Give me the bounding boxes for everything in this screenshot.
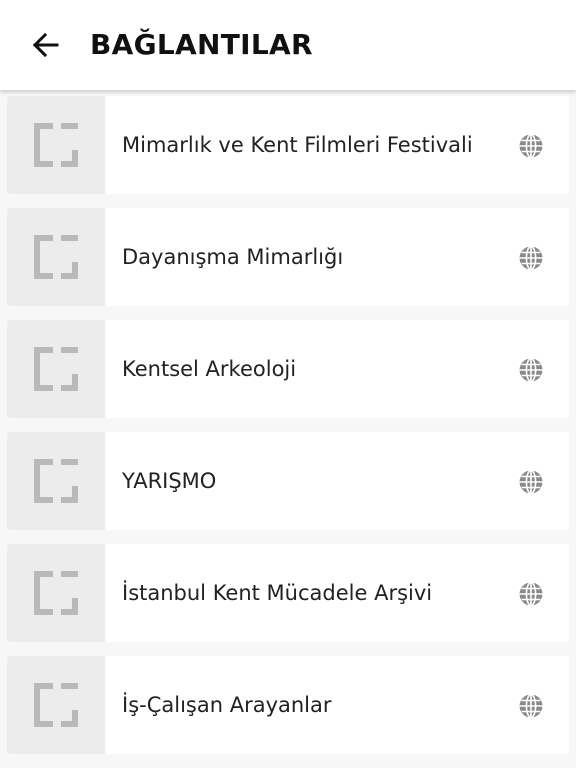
bracket-logo-icon <box>34 347 78 391</box>
link-item[interactable]: Dayanışma Mimarlığı <box>7 208 569 306</box>
link-thumbnail <box>7 320 105 418</box>
link-thumbnail <box>7 544 105 642</box>
link-thumbnail <box>7 96 105 194</box>
link-item[interactable]: İstanbul Kent Mücadele Arşivi <box>7 544 569 642</box>
link-label: İş-Çalışan Arayanlar <box>122 693 332 717</box>
open-website-button[interactable] <box>518 581 544 607</box>
bracket-logo-icon <box>34 683 78 727</box>
open-website-button[interactable] <box>518 133 544 159</box>
open-website-button[interactable] <box>518 693 544 719</box>
bracket-logo-icon <box>34 235 78 279</box>
link-item[interactable]: Kentsel Arkeoloji <box>7 320 569 418</box>
page-title: BAĞLANTILAR <box>90 28 313 61</box>
open-website-button[interactable] <box>518 469 544 495</box>
bracket-logo-icon <box>34 123 78 167</box>
link-thumbnail <box>7 656 105 754</box>
globe-icon <box>519 693 543 719</box>
link-item[interactable]: Mimarlık ve Kent Filmleri Festivali <box>7 96 569 194</box>
bracket-logo-icon <box>34 459 78 503</box>
link-label: İstanbul Kent Mücadele Arşivi <box>122 581 433 605</box>
arrow-left-icon <box>32 32 59 58</box>
app-bar: BAĞLANTILAR <box>0 0 576 90</box>
open-website-button[interactable] <box>518 245 544 271</box>
link-label: Kentsel Arkeoloji <box>122 357 297 381</box>
open-website-button[interactable] <box>518 357 544 383</box>
link-thumbnail <box>7 432 105 530</box>
link-item[interactable]: İş-Çalışan Arayanlar <box>7 656 569 754</box>
link-label: Mimarlık ve Kent Filmleri Festivali <box>122 133 473 157</box>
globe-icon <box>519 245 543 271</box>
link-label: YARIŞMO <box>122 469 217 493</box>
globe-icon <box>519 133 543 159</box>
bracket-logo-icon <box>34 571 78 615</box>
globe-icon <box>519 581 543 607</box>
link-label: Dayanışma Mimarlığı <box>122 245 344 269</box>
globe-icon <box>519 357 543 383</box>
globe-icon <box>519 469 543 495</box>
link-thumbnail <box>7 208 105 306</box>
back-button[interactable] <box>24 25 66 65</box>
link-item[interactable]: YARIŞMO <box>7 432 569 530</box>
